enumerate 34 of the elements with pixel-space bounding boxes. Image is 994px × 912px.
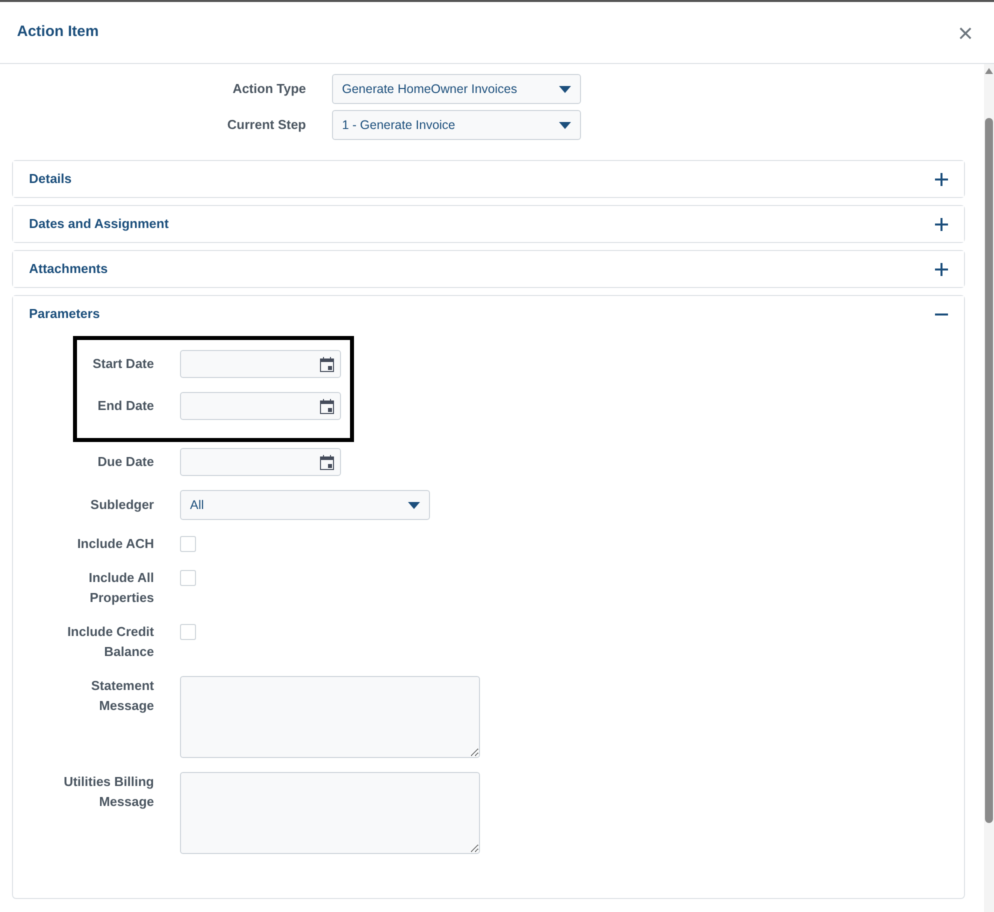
checkbox[interactable] (180, 570, 196, 586)
field-label: Start Date (92, 355, 154, 373)
field-label: Statement Message (90, 677, 154, 715)
checkbox[interactable] (180, 624, 196, 640)
field-label: Subledger (89, 496, 154, 514)
dropdown[interactable]: All (180, 490, 430, 520)
field-label: End Date (96, 397, 154, 415)
dropdown[interactable]: 1 - Generate Invoice (332, 110, 581, 140)
calendar-icon[interactable] (320, 356, 334, 372)
date-field[interactable] (180, 448, 341, 476)
date-field[interactable] (180, 350, 341, 378)
field-label: Action Type (232, 80, 306, 98)
field-label: Include All Properties (88, 569, 154, 607)
field-label: Utilities Billing Message (62, 773, 154, 811)
field-label: Due Date (96, 453, 154, 471)
dropdown[interactable]: Generate HomeOwner Invoices (332, 74, 581, 104)
caret-icon (559, 86, 571, 92)
calendar-icon[interactable] (320, 398, 334, 414)
section-header[interactable]: Attachments (13, 251, 964, 287)
section-header[interactable]: Dates and Assignment (13, 206, 964, 242)
scroll-up-icon[interactable] (985, 68, 993, 74)
checkbox[interactable] (180, 536, 196, 552)
dialog-title: Action Item (17, 22, 99, 42)
field-label: Include Credit Balance (66, 623, 154, 661)
scrollbar-thumb[interactable] (985, 118, 993, 823)
field-label: Current Step (226, 116, 306, 134)
caret-icon (559, 122, 571, 128)
close-button[interactable]: × (954, 20, 977, 46)
scrollbar[interactable] (984, 64, 994, 912)
section-header[interactable]: Details (13, 161, 964, 197)
caret-icon (408, 502, 420, 508)
calendar-icon[interactable] (320, 454, 334, 470)
date-field[interactable] (180, 392, 341, 420)
field-label: Include ACH (76, 535, 154, 553)
